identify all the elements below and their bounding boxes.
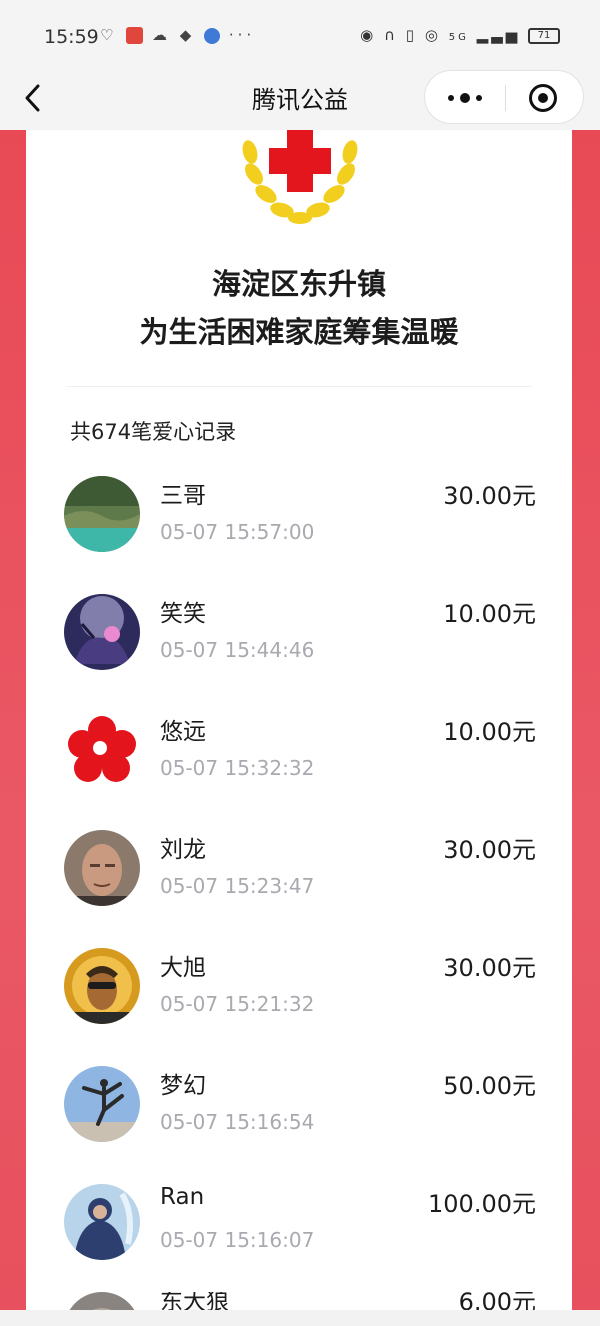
mini-program-capsule: [424, 70, 584, 124]
donation-amount: 10.00元: [443, 718, 536, 746]
donation-time: 05-07 15:57:00: [160, 520, 315, 544]
bottom-strip: [0, 1310, 600, 1326]
blue-app-icon: [204, 27, 221, 44]
list-item[interactable]: 梦幻 05-07 15:16:54 50.00元: [26, 1056, 572, 1174]
list-item[interactable]: 东大狼 6.00元: [26, 1292, 572, 1310]
avatar: [64, 1066, 140, 1142]
donation-amount: 50.00元: [443, 1072, 536, 1100]
app-badge-icon: [126, 27, 144, 44]
donation-time: 05-07 15:32:32: [160, 756, 315, 780]
donation-amount: 10.00元: [443, 600, 536, 628]
record-count: 共674笔爱心记录: [70, 420, 237, 444]
bird-icon: ◆: [179, 26, 196, 44]
donation-time: 05-07 15:16:54: [160, 1110, 315, 1134]
donor-name: 笑笑: [160, 601, 206, 627]
project-title: 海淀区东升镇 为生活困难家庭筹集温暖: [26, 260, 572, 356]
vibrate-icon: ▯: [405, 26, 418, 44]
eye-icon: ◉: [360, 26, 377, 44]
avatar: [64, 1292, 140, 1310]
list-item[interactable]: 三哥 05-07 15:57:00 30.00元: [26, 466, 572, 584]
status-time: 15:59: [44, 26, 99, 48]
donation-time: 05-07 15:23:47: [160, 874, 315, 898]
status-right-icons: ◉ ∩ ▯ ◎ 5G ▂▃▅ 71: [360, 26, 560, 44]
donation-amount: 30.00元: [443, 954, 536, 982]
list-item[interactable]: 刘龙 05-07 15:23:47 30.00元: [26, 820, 572, 938]
list-item[interactable]: 笑笑 05-07 15:44:46 10.00元: [26, 584, 572, 702]
donor-name: 东大狼: [160, 1292, 229, 1310]
donor-name: 刘龙: [160, 837, 206, 863]
list-item[interactable]: 大旭 05-07 15:21:32 30.00元: [26, 938, 572, 1056]
red-cross-emblem-icon: [242, 130, 358, 224]
donation-time: 05-07 15:16:07: [160, 1228, 315, 1252]
hotspot-icon: ◎: [424, 26, 441, 44]
donation-time: 05-07 15:21:32: [160, 992, 315, 1016]
donor-name: 悠远: [160, 719, 206, 745]
battery-icon: 71: [528, 27, 560, 44]
nav-bar: 腾讯公益: [0, 70, 600, 130]
donor-name: 大旭: [160, 955, 206, 981]
project-title-line2: 为生活困难家庭筹集温暖: [139, 315, 459, 349]
avatar: [64, 830, 140, 906]
divider: [66, 386, 532, 387]
heart-rate-icon: ♡: [100, 26, 118, 44]
project-title-line1: 海淀区东升镇: [211, 267, 386, 301]
avatar: [64, 1184, 140, 1260]
target-close-icon[interactable]: [503, 71, 583, 125]
donation-amount: 100.00元: [428, 1190, 536, 1218]
wechat-icon: ☁: [152, 26, 172, 44]
signal-icon: ▂▃▅: [476, 26, 521, 44]
list-item[interactable]: 悠远 05-07 15:32:32 10.00元: [26, 702, 572, 820]
headphones-icon: ∩: [384, 26, 398, 44]
donor-name: 梦幻: [160, 1073, 206, 1099]
network-label: 5G: [448, 32, 469, 43]
donation-time: 05-07 15:44:46: [160, 638, 315, 662]
donor-name: Ran: [160, 1184, 205, 1210]
status-bar: 15:59 ♡ ☁ ◆ ··· ◉ ∩ ▯ ◎ 5G ▂▃▅ 71: [0, 0, 600, 70]
list-item[interactable]: Ran 05-07 15:16:07 100.00元: [26, 1174, 572, 1292]
avatar: [64, 476, 140, 552]
status-more: ···: [228, 26, 256, 44]
donation-list: 三哥 05-07 15:57:00 30.00元 笑笑 05-07 15:44:…: [26, 466, 572, 1310]
more-dots-icon[interactable]: [425, 71, 505, 125]
donation-amount: 6.00元: [458, 1292, 536, 1310]
donation-amount: 30.00元: [443, 836, 536, 864]
donation-amount: 30.00元: [443, 482, 536, 510]
avatar: [64, 948, 140, 1024]
donor-name: 三哥: [160, 483, 206, 509]
avatar: [64, 712, 140, 788]
right-red-border: [572, 130, 600, 1326]
status-left-icons: ♡ ☁ ◆ ···: [100, 26, 255, 44]
left-red-border: [0, 130, 26, 1326]
avatar: [64, 594, 140, 670]
donation-card: 海淀区东升镇 为生活困难家庭筹集温暖 共674笔爱心记录 三哥 05-07 15…: [26, 130, 572, 1310]
